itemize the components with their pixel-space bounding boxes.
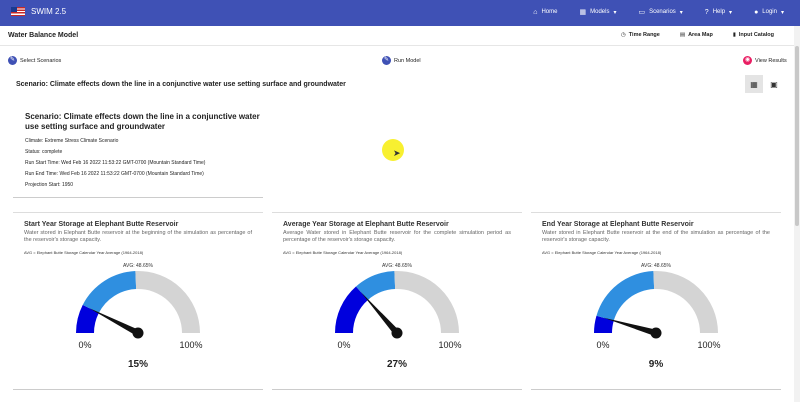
- folder-icon: ▭: [638, 9, 646, 16]
- nav-scenarios-label: Scenarios: [649, 9, 676, 15]
- step-view-results-label: View Results: [755, 57, 787, 64]
- gauge-avg-segment: [82, 271, 137, 314]
- nav-models[interactable]: ▦ Models ▾: [579, 8, 616, 16]
- time-range-label: Time Range: [628, 32, 660, 38]
- scenario-projection-start: Projection Start: 1950: [25, 182, 74, 188]
- input-catalog-button[interactable]: ▮ Input Catalog: [733, 32, 774, 38]
- gauge-remaining-segment: [135, 271, 200, 333]
- user-icon: ●: [754, 8, 759, 16]
- gauge-legend: AVG = Elephant Butte Storage Calendar Ye…: [24, 250, 144, 255]
- gauge-description: Water stored in Elephant Butte reservoir…: [24, 230, 252, 243]
- gauge-value: 9%: [648, 359, 664, 370]
- gauge-min-label: 0%: [78, 340, 91, 350]
- gauge-max-label: 100%: [697, 340, 720, 350]
- gauge-remaining-segment: [653, 271, 718, 333]
- nav-help[interactable]: ? Help ▾: [705, 8, 732, 16]
- step-select-scenarios[interactable]: ✎ Select Scenarios: [8, 56, 61, 65]
- gauge-max-label: 100%: [179, 340, 202, 350]
- gauge-needle: [360, 291, 400, 336]
- nav-help-label: Help: [712, 9, 726, 15]
- top-navbar: SWIM 2.5 ⌂ Home ▦ Models ▾ ▭ Scenarios ▾…: [0, 0, 800, 26]
- grid-icon: ▦: [579, 9, 587, 16]
- gauge-avg-label: AVG: 48.65%: [641, 263, 671, 269]
- nav-login[interactable]: ● Login ▾: [754, 8, 784, 16]
- nav-scenarios[interactable]: ▭ Scenarios ▾: [638, 8, 682, 16]
- gauge-value: 15%: [127, 359, 148, 370]
- brand[interactable]: SWIM 2.5: [11, 7, 66, 16]
- gauge-max-label: 100%: [438, 340, 461, 350]
- area-map-button[interactable]: ▤ Area Map: [680, 32, 713, 38]
- gauge-legend: AVG = Elephant Butte Storage Calendar Ye…: [283, 250, 403, 255]
- dashboard-icon: ▦: [750, 79, 758, 89]
- gauge-title: Average Year Storage at Elephant Butte R…: [283, 221, 449, 228]
- help-icon: ?: [704, 8, 709, 16]
- map-icon: ▤: [679, 32, 686, 38]
- scenario-title: Scenario: Climate effects down the line …: [25, 112, 260, 131]
- page-scrollbar[interactable]: [794, 26, 800, 402]
- gauge-needle-hub: [650, 327, 662, 339]
- gauge-avg-segment: [596, 271, 655, 321]
- scenario-info-card: Scenario: Climate effects down the line …: [13, 106, 263, 198]
- gauge-description: Average Water stored in Elephant Butte r…: [283, 230, 511, 243]
- home-icon: ⌂: [533, 8, 538, 16]
- nav-login-label: Login: [762, 9, 777, 15]
- gauge-card-end: End Year Storage at Elephant Butte Reser…: [531, 212, 781, 390]
- scrollbar-thumb[interactable]: [795, 46, 799, 226]
- step-run-model[interactable]: ✎ Run Model: [382, 56, 421, 65]
- step-view-results[interactable]: ◉ View Results: [743, 56, 787, 65]
- scenario-run-end: Run End Time: Wed Feb 16 2022 11:53:22 G…: [25, 171, 204, 177]
- scenario-header: Scenario: Climate effects down the line …: [16, 81, 346, 88]
- step-run-model-label: Run Model: [394, 57, 421, 64]
- gauge-chart: AVG: 48.65% 0% 100%: [594, 263, 721, 350]
- scenario-status: Status: complete: [25, 149, 63, 155]
- pencil-icon: ✎: [8, 56, 17, 65]
- area-map-label: Area Map: [688, 32, 713, 38]
- step-select-scenarios-label: Select Scenarios: [20, 57, 62, 64]
- dashboard-view-button[interactable]: ▦: [745, 75, 763, 93]
- time-range-button[interactable]: ◷ Time Range: [621, 32, 660, 38]
- chevron-down-icon: ▾: [780, 9, 784, 16]
- input-catalog-label: Input Catalog: [738, 32, 774, 38]
- scenario-climate: Climate: Extreme Stress Climate Scenario: [25, 138, 119, 144]
- chevron-down-icon: ▾: [729, 9, 733, 16]
- document-icon: ▮: [732, 32, 736, 38]
- page-title: Water Balance Model: [8, 32, 79, 39]
- scenario-run-start: Run Start Time: Wed Feb 16 2022 11:53:22…: [25, 160, 206, 166]
- pencil-icon: ✎: [382, 56, 391, 65]
- chevron-down-icon: ▾: [613, 9, 617, 16]
- gauge-description: Water stored in Elephant Butte reservoir…: [542, 230, 770, 243]
- gauge-legend: AVG = Elephant Butte Storage Calendar Ye…: [542, 250, 662, 255]
- us-flag-icon: [11, 7, 25, 16]
- chevron-down-icon: ▾: [679, 9, 683, 16]
- gauge-needle: [88, 308, 140, 336]
- toolbar-links: ◷ Time Range ▤ Area Map ▮ Input Catalog: [621, 32, 774, 38]
- clock-icon: ◷: [620, 32, 626, 38]
- map-view-button[interactable]: ▣: [765, 75, 783, 93]
- cursor-icon: ➤: [393, 148, 401, 158]
- map-icon: ▣: [770, 79, 778, 89]
- gauge-title: Start Year Storage at Elephant Butte Res…: [24, 221, 179, 228]
- gauge-min-label: 0%: [337, 340, 350, 350]
- nav-models-label: Models: [590, 9, 610, 15]
- gauge-min-label: 0%: [596, 340, 609, 350]
- gauge-avg-label: AVG: 48.65%: [382, 263, 412, 269]
- model-toolbar: Water Balance Model ◷ Time Range ▤ Area …: [0, 26, 800, 46]
- gauge-card-start: Start Year Storage at Elephant Butte Res…: [13, 212, 263, 390]
- nav-menu: ⌂ Home ▦ Models ▾ ▭ Scenarios ▾ ? Help ▾…: [533, 8, 784, 17]
- workflow-stepper: ✎ Select Scenarios ✎ Run Model ◉ View Re…: [0, 52, 792, 68]
- gauge-avg-label: AVG: 48.65%: [123, 263, 153, 269]
- gauge-chart: AVG: 48.65% 0% 100%: [76, 263, 203, 350]
- gauge-needle-hub: [132, 327, 144, 339]
- app-name: SWIM 2.5: [31, 7, 67, 16]
- gauge-title: End Year Storage at Elephant Butte Reser…: [542, 221, 694, 228]
- nav-home[interactable]: ⌂ Home: [533, 8, 557, 16]
- gauge-remaining-segment: [394, 271, 459, 333]
- gauge-card-average: Average Year Storage at Elephant Butte R…: [272, 212, 522, 390]
- gauge-chart: AVG: 48.65% 0% 100%: [335, 263, 462, 350]
- gauge-needle-hub: [391, 327, 403, 339]
- eye-icon: ◉: [743, 56, 752, 65]
- nav-home-label: Home: [541, 9, 558, 15]
- gauge-value: 27%: [386, 359, 407, 370]
